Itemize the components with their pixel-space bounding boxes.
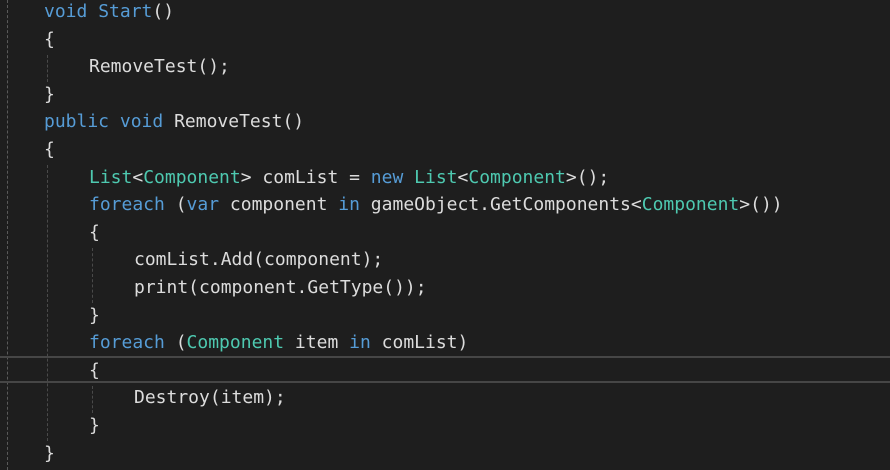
- code-token: Component: [186, 332, 285, 354]
- code-line[interactable]: }: [0, 412, 890, 440]
- code-token: (: [164, 194, 187, 216]
- code-token: new: [370, 166, 404, 188]
- code-line[interactable]: {: [0, 219, 890, 247]
- code-token: {: [44, 139, 55, 160]
- code-token: comList.Add(component);: [134, 249, 384, 271]
- code-token: void: [44, 1, 88, 22]
- code-token: {: [89, 359, 100, 381]
- code-line[interactable]: comList.Add(component);: [0, 246, 890, 274]
- code-line[interactable]: {: [0, 26, 890, 54]
- code-line[interactable]: }: [0, 81, 890, 109]
- code-token: <: [132, 166, 144, 188]
- code-line[interactable]: foreach (var component in gameObject.Get…: [0, 191, 890, 219]
- code-token: }: [44, 83, 55, 105]
- code-token: in: [338, 194, 360, 216]
- code-token: var: [186, 194, 220, 216]
- code-token: >()): [739, 194, 783, 216]
- code-token: (): [152, 1, 175, 22]
- code-line[interactable]: RemoveTest();: [0, 53, 890, 81]
- code-line[interactable]: }: [0, 440, 890, 468]
- code-token: comList): [370, 332, 469, 354]
- code-line[interactable]: Destroy(item);: [0, 384, 890, 412]
- code-line[interactable]: print(component.GetType());: [0, 274, 890, 302]
- code-line[interactable]: {: [0, 136, 890, 164]
- code-token: print(component.GetType());: [134, 277, 427, 298]
- code-token: }: [44, 442, 55, 464]
- code-token: foreach: [89, 194, 165, 216]
- code-line[interactable]: void Start(): [0, 0, 890, 26]
- code-line[interactable]: {: [0, 357, 890, 385]
- code-token: List: [89, 166, 133, 188]
- code-token: Component: [143, 166, 241, 188]
- code-line[interactable]: foreach (Component item in comList): [0, 329, 890, 357]
- code-token: in: [349, 332, 371, 354]
- code-editor[interactable]: void Start() { RemoveTest(); } public vo…: [0, 0, 890, 470]
- code-token: }: [89, 304, 100, 326]
- code-token: (: [164, 332, 187, 354]
- code-token: Component: [468, 166, 566, 188]
- code-token: void: [119, 111, 164, 133]
- code-token: Start: [98, 1, 153, 22]
- code-token: RemoveTest(): [163, 111, 305, 133]
- code-token: > comList =: [240, 166, 371, 188]
- code-token: {: [89, 221, 100, 243]
- code-token: >();: [565, 166, 610, 188]
- code-token: gameObject.GetComponents<: [359, 194, 642, 216]
- code-token: component: [219, 194, 339, 216]
- code-token: }: [89, 415, 100, 436]
- code-token: Destroy(item);: [134, 387, 286, 409]
- code-token: <: [457, 166, 469, 188]
- code-token: public: [44, 111, 110, 133]
- code-token: List: [414, 166, 458, 188]
- code-line[interactable]: public void RemoveTest(): [0, 108, 890, 136]
- code-token: Component: [641, 194, 740, 216]
- code-token: RemoveTest();: [89, 56, 230, 78]
- code-token: item: [284, 332, 350, 354]
- code-line[interactable]: }: [0, 302, 890, 330]
- code-token: {: [44, 28, 55, 50]
- code-line[interactable]: List<Component> comList = new List<Compo…: [0, 164, 890, 192]
- code-token: foreach: [89, 332, 165, 354]
